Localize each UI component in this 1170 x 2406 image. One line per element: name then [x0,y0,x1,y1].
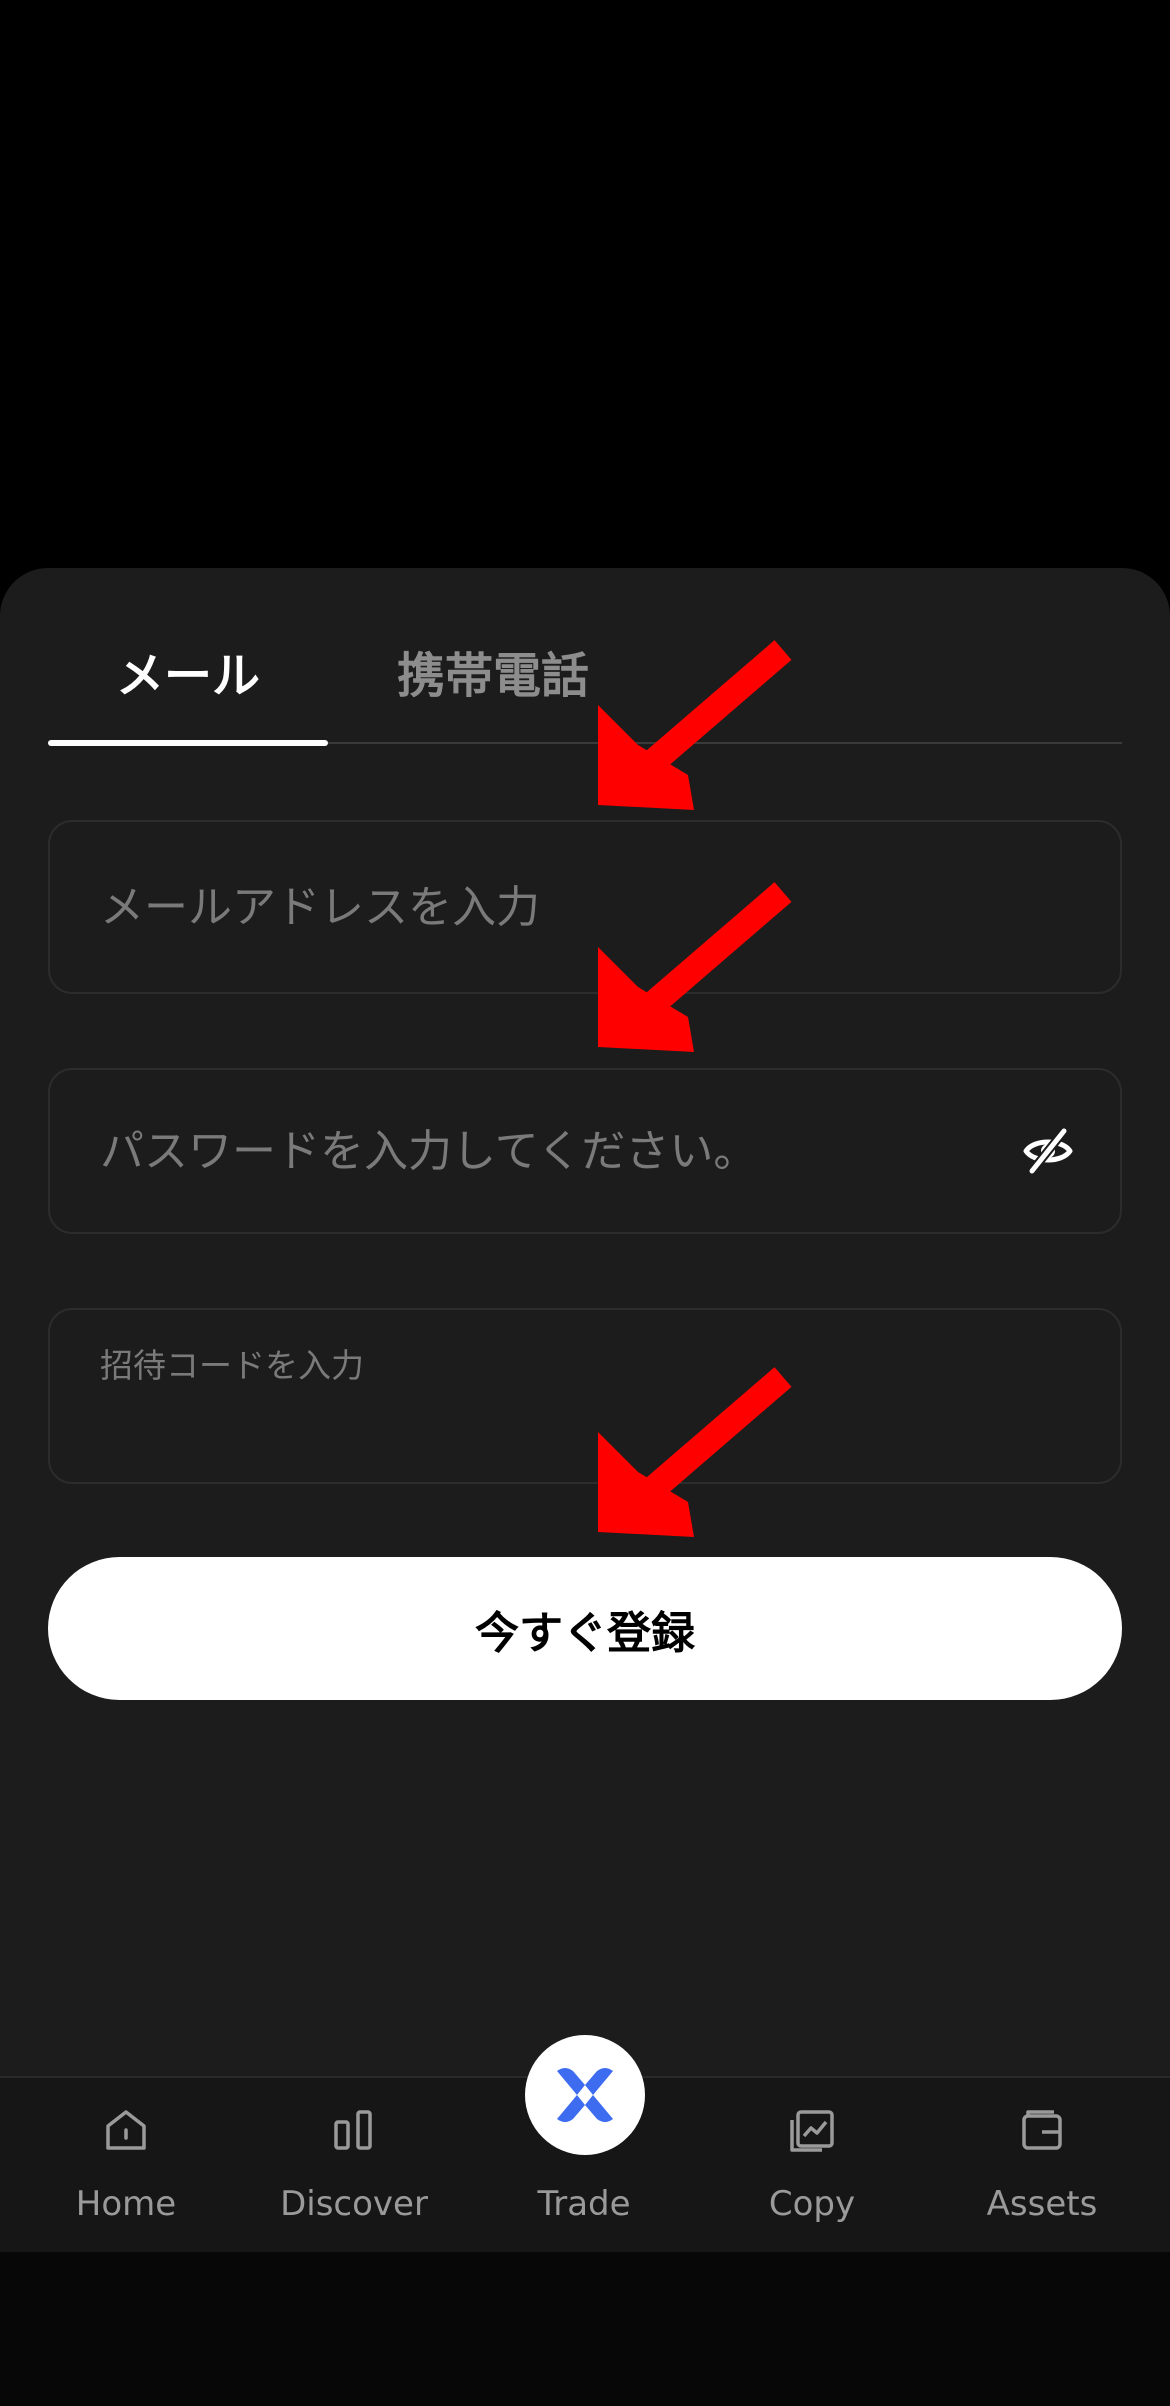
invite-code-input[interactable] [50,1310,1120,1420]
eye-off-icon[interactable] [1020,1123,1076,1179]
discover-icon [334,2110,372,2150]
trade-logo-icon [557,2068,613,2122]
tab-mobile[interactable]: 携帯電話 [348,640,638,740]
screen: メール 携帯電話 今すぐ登録 [0,0,1170,2406]
wallet-icon [1022,2110,1062,2150]
nav-label-discover: Discover [280,2184,428,2224]
active-tab-indicator [48,740,328,746]
email-input[interactable] [50,822,1120,992]
nav-item-home[interactable]: Home [26,2078,226,2254]
tab-email[interactable]: メール [48,640,328,740]
nav-item-copy[interactable]: Copy [712,2078,912,2254]
nav-item-discover[interactable]: Discover [254,2078,454,2254]
system-bottom-bar [0,2252,1170,2406]
register-now-button[interactable]: 今すぐ登録 [48,1557,1122,1700]
copy-trading-icon [790,2110,834,2152]
nav-label-copy: Copy [768,2184,856,2224]
nav-label-assets: Assets [986,2184,1098,2224]
annotation-arrow-icon [598,882,792,1052]
password-field-container [48,1068,1122,1234]
email-field-container [48,820,1122,994]
password-input[interactable] [50,1070,1120,1232]
annotation-arrow-icon [598,1367,792,1537]
signup-tabs: メール 携帯電話 [48,640,1122,746]
nav-item-assets[interactable]: Assets [942,2078,1142,2254]
home-icon [106,2110,146,2150]
nav-label-home: Home [75,2184,177,2224]
invite-code-field-container [48,1308,1122,1484]
trade-button[interactable] [525,2035,645,2155]
annotation-arrow-icon [598,640,792,810]
nav-label-trade: Trade [537,2184,631,2224]
